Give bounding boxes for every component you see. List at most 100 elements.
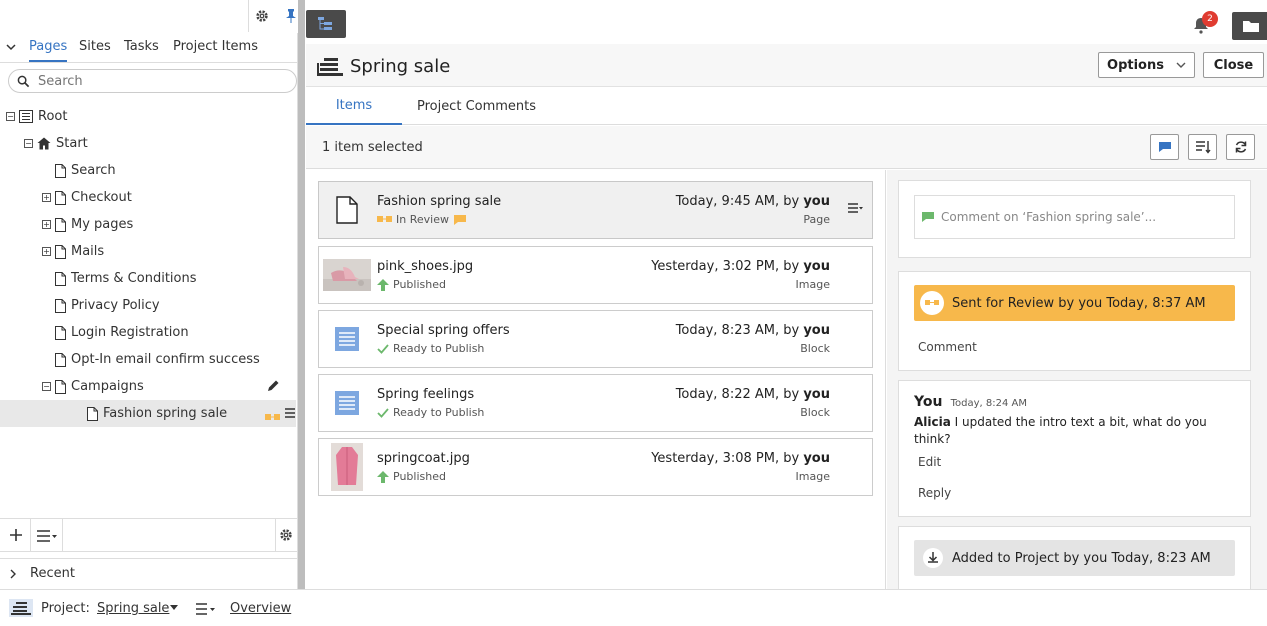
recent-section[interactable]: Recent xyxy=(0,558,298,588)
selection-count: 1 item selected xyxy=(322,140,423,155)
comment-input[interactable]: Comment on ‘Fashion spring sale’... xyxy=(914,195,1235,239)
collapse-toggle-icon[interactable]: − xyxy=(24,139,33,148)
close-button[interactable]: Close xyxy=(1203,52,1264,78)
settings-button[interactable] xyxy=(249,0,275,32)
item-author: you xyxy=(803,259,830,274)
page-icon xyxy=(55,379,66,394)
tab-items[interactable]: Items xyxy=(306,88,402,125)
pane-scrollbar[interactable] xyxy=(298,0,305,589)
item-author: you xyxy=(803,194,830,209)
added-activity-card: Added to Project by you Today, 8:23 AM xyxy=(898,526,1251,589)
tree-item[interactable]: − Campaigns xyxy=(0,373,296,400)
project-item[interactable]: pink_shoes.jpg Published Yesterday, 3:02 P… xyxy=(318,246,873,304)
list-menu-button[interactable] xyxy=(36,527,58,545)
review-status-icon xyxy=(377,216,392,222)
tree-item-label: Fashion spring sale xyxy=(103,406,228,421)
review-activity-card: Sent for Review by you Today, 8:37 AM Co… xyxy=(898,271,1251,371)
item-type: Image xyxy=(795,470,830,483)
item-status-label: In Review xyxy=(396,213,449,226)
tree-item-label: Privacy Policy xyxy=(71,298,160,313)
options-button[interactable]: Options xyxy=(1098,52,1195,78)
review-status-icon xyxy=(920,291,944,315)
added-banner: Added to Project by you Today, 8:23 AM xyxy=(914,540,1235,576)
item-date-text: Yesterday, 3:08 PM, by xyxy=(651,451,804,466)
item-status: Published xyxy=(377,278,446,291)
project-selector[interactable]: Spring sale xyxy=(97,601,169,616)
tree-item-label: Start xyxy=(56,136,88,151)
tree-item-label: Opt-In email confirm success xyxy=(71,352,260,367)
add-button[interactable] xyxy=(6,525,26,545)
scrollbar-thumb[interactable] xyxy=(298,0,305,589)
item-menu-button[interactable] xyxy=(848,202,864,218)
item-name: Special spring offers xyxy=(377,323,510,338)
edit-link[interactable]: Edit xyxy=(918,455,941,469)
page-icon xyxy=(55,298,66,313)
toggle-comments-button[interactable] xyxy=(1150,134,1179,160)
tree-item[interactable]: Search xyxy=(0,157,296,184)
project-item[interactable]: Fashion spring sale In Review Today, 9:45 … xyxy=(318,181,873,239)
project-item[interactable]: Spring feelings Ready to Publish Today, 8:… xyxy=(318,374,873,432)
tree-item[interactable]: − Start xyxy=(0,130,296,157)
tree-item[interactable]: − Root xyxy=(0,103,296,130)
chevron-down-icon[interactable] xyxy=(5,41,17,53)
tab-pages[interactable]: Pages xyxy=(29,39,68,62)
collapse-toggle-icon[interactable]: − xyxy=(6,112,15,121)
tree-item[interactable]: Fashion spring sale xyxy=(0,400,296,427)
tree-item-label: Login Registration xyxy=(71,325,189,340)
expand-toggle-icon[interactable]: + xyxy=(42,220,51,229)
project-tabs: Items Project Comments xyxy=(306,88,1267,125)
tab-tasks[interactable]: Tasks xyxy=(124,39,159,54)
item-date: Today, 8:22 AM, by you xyxy=(676,387,830,402)
list-menu-icon xyxy=(37,530,57,542)
item-status-label: Ready to Publish xyxy=(393,342,485,355)
item-thumbnail xyxy=(323,379,371,427)
assets-button[interactable] xyxy=(1232,12,1267,40)
overview-link[interactable]: Overview xyxy=(230,601,291,616)
item-date: Yesterday, 3:02 PM, by you xyxy=(651,259,830,274)
tree-item[interactable]: + My pages xyxy=(0,211,296,238)
options-label: Options xyxy=(1107,57,1164,73)
item-thumbnail xyxy=(323,315,371,363)
edit-pencil-icon[interactable] xyxy=(266,379,280,397)
expand-toggle-icon[interactable]: + xyxy=(42,193,51,202)
tree-item[interactable]: Privacy Policy xyxy=(0,292,296,319)
project-item[interactable]: Special spring offers Ready to Publish Tod… xyxy=(318,310,873,368)
tree-item[interactable]: Opt-In email confirm success xyxy=(0,346,296,373)
list-menu-icon[interactable] xyxy=(196,603,216,615)
tree-item-label: Checkout xyxy=(71,190,132,205)
project-item[interactable]: springcoat.jpg Published Yesterday, 3:08 P… xyxy=(318,438,873,496)
refresh-icon xyxy=(1235,141,1246,153)
comment-link[interactable]: Comment xyxy=(918,340,977,354)
tree-item-label: Root xyxy=(38,109,68,124)
item-status: In Review xyxy=(377,213,467,226)
close-label: Close xyxy=(1213,57,1254,73)
tree-settings-button[interactable] xyxy=(279,528,293,546)
tree-item[interactable]: Terms & Conditions xyxy=(0,265,296,292)
collapse-toggle-icon[interactable]: − xyxy=(42,382,51,391)
main-area: 2 Spring sale Options Close Items Projec… xyxy=(306,0,1267,589)
tree-item[interactable]: Login Registration xyxy=(0,319,296,346)
tab-sites[interactable]: Sites xyxy=(79,39,111,54)
item-type: Block xyxy=(800,406,830,419)
tree-toggle-button[interactable] xyxy=(306,10,346,38)
context-menu-icon[interactable] xyxy=(285,407,295,423)
chevron-right-icon xyxy=(10,569,16,578)
tab-project-items[interactable]: Project Items xyxy=(173,39,258,54)
expand-toggle-icon[interactable]: + xyxy=(42,247,51,256)
item-author: you xyxy=(803,387,830,402)
home-icon xyxy=(37,137,51,150)
gear-icon xyxy=(256,10,268,22)
tree-item[interactable]: + Checkout xyxy=(0,184,296,211)
search-input[interactable] xyxy=(38,73,278,89)
tab-project-comments[interactable]: Project Comments xyxy=(410,88,543,125)
page-icon xyxy=(55,190,66,205)
check-icon xyxy=(377,407,389,418)
notifications-button[interactable]: 2 xyxy=(1192,11,1218,38)
refresh-button[interactable] xyxy=(1226,134,1255,160)
sort-button[interactable] xyxy=(1188,134,1217,160)
reply-link[interactable]: Reply xyxy=(918,486,951,500)
search-box xyxy=(8,69,297,93)
tree-item[interactable]: + Mails xyxy=(0,238,296,265)
item-status: Published xyxy=(377,470,446,483)
caret-down-icon[interactable] xyxy=(170,605,178,610)
